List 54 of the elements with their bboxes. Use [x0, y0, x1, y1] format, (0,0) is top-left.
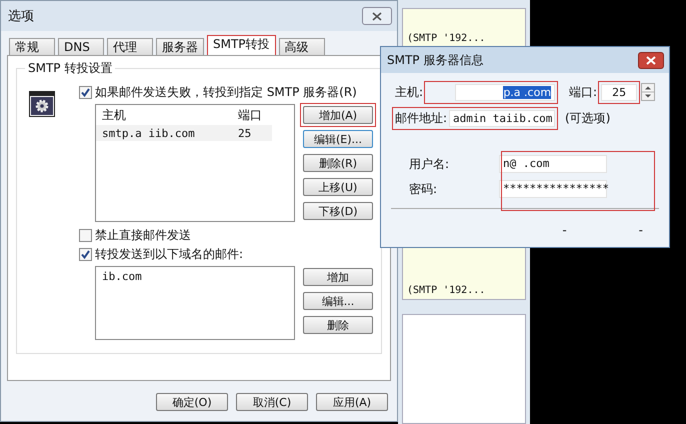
dash-mark: -	[562, 223, 567, 237]
gear-window-icon	[29, 91, 55, 117]
list-item[interactable]: ib.com	[96, 267, 294, 286]
button[interactable]: 增加(A)	[303, 106, 373, 124]
dash-mark: -	[638, 223, 643, 237]
close-button[interactable]	[362, 7, 392, 25]
field-label: 密码:	[409, 180, 438, 198]
field-label: 主机:	[395, 84, 424, 100]
list-item[interactable]: (SMTP '192...	[407, 33, 486, 44]
button[interactable]: 增加	[303, 268, 373, 286]
input-field[interactable]: p.a .com	[455, 84, 556, 100]
field-label: 用户名:	[409, 156, 450, 172]
list-row[interactable]: smtp.a iib.com 25	[96, 125, 272, 141]
field-value: p.a .com	[503, 86, 552, 98]
tab[interactable]: 常规	[9, 38, 55, 55]
checkbox[interactable]	[79, 86, 92, 99]
password-field[interactable]: ****************	[499, 180, 607, 198]
tab[interactable]: 高级	[278, 38, 325, 55]
button[interactable]: 编辑...	[303, 292, 373, 310]
checkbox[interactable]	[79, 229, 92, 242]
input-field[interactable]: admin taiib.com	[449, 110, 556, 126]
checkbox-label: 如果邮件发送失败，转投到指定 SMTP 服务器(R)	[95, 84, 357, 101]
checkbox-label: 转投发送到以下域名的邮件:	[95, 246, 244, 263]
button[interactable]: 编辑(E)...	[303, 130, 373, 148]
button[interactable]: 下移(D)	[303, 202, 373, 220]
field-label: 端口:	[569, 84, 598, 100]
table-cell-text: smtp.a iib.com	[102, 126, 196, 140]
button[interactable]: 确定(O)	[156, 393, 228, 411]
window-title: SMTP 服务器信息	[387, 52, 484, 68]
close-button[interactable]	[638, 52, 664, 68]
column-header: 主机	[102, 106, 127, 124]
button[interactable]: 取消(C)	[236, 393, 308, 411]
tab[interactable]: DNS	[58, 38, 104, 55]
group-title: SMTP 转投设置	[25, 60, 116, 77]
button[interactable]: 上移(U)	[303, 178, 373, 196]
tab[interactable]: 代理	[107, 38, 153, 55]
close-icon	[646, 56, 656, 64]
tab[interactable]: 服务器	[156, 38, 204, 55]
input-field[interactable]: 25	[601, 84, 638, 100]
button[interactable]: 删除(R)	[303, 154, 373, 172]
window-title: 选项	[8, 8, 34, 25]
column-header: 端口	[238, 106, 263, 124]
tab[interactable]: SMTP转投	[207, 35, 276, 55]
close-icon	[372, 12, 382, 20]
list-item[interactable]: (SMTP '192...	[407, 285, 486, 296]
button[interactable]: 应用(A)	[316, 393, 388, 411]
button[interactable]: 删除	[303, 316, 373, 334]
checkbox-label: 禁止直接邮件发送	[95, 227, 191, 244]
spin-button[interactable]	[641, 83, 656, 101]
input-field[interactable]: n@ .com	[499, 155, 607, 173]
field-label: 邮件地址:	[395, 110, 448, 126]
checkbox[interactable]	[79, 248, 92, 261]
field-note: (可选项)	[565, 110, 610, 126]
table-cell-text: 25	[238, 126, 252, 140]
